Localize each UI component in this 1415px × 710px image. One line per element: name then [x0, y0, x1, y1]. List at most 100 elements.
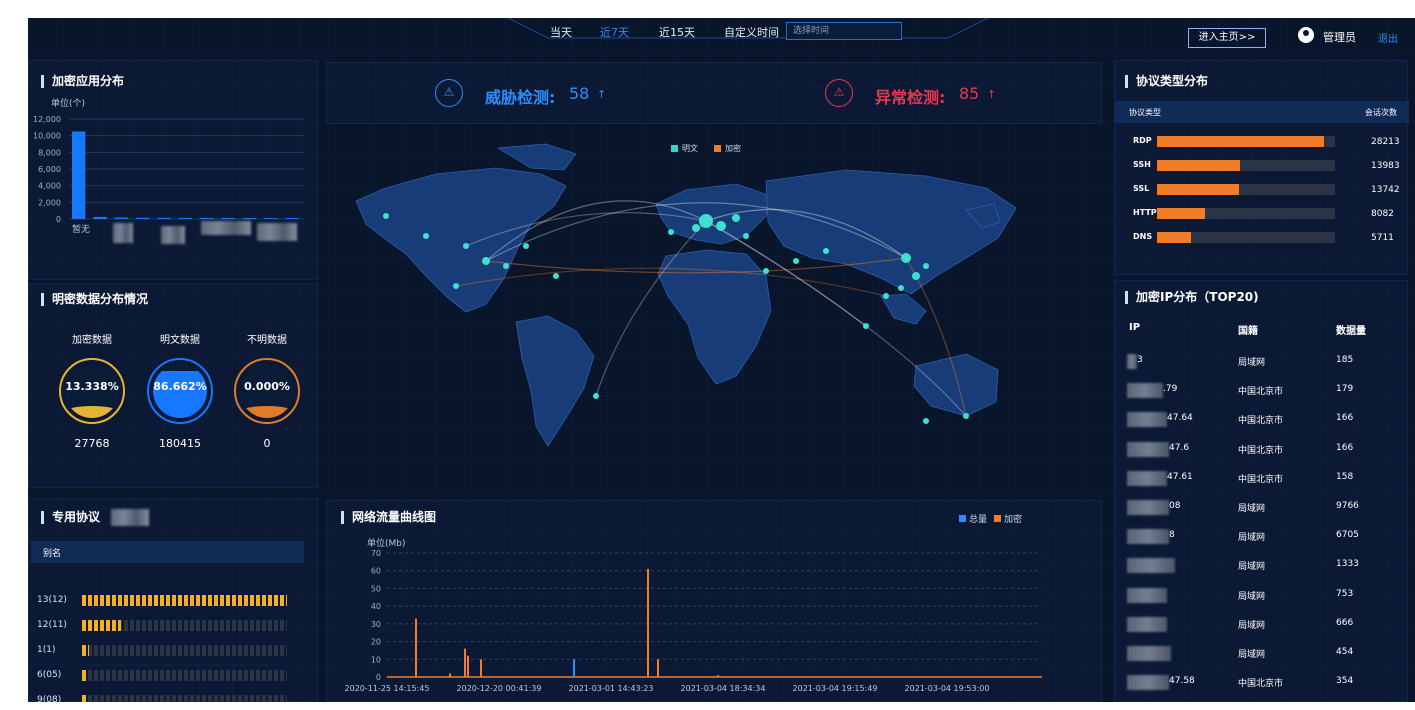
total-bar[interactable]	[573, 659, 575, 677]
protocol-bar	[1157, 136, 1335, 147]
table-header: 别名	[31, 541, 304, 563]
legend-enc[interactable]: 加密	[1004, 512, 1022, 525]
nav-7days[interactable]: 近7天	[600, 24, 629, 40]
threat-icon: ⚠	[435, 79, 463, 107]
ip-region: 局域网	[1238, 358, 1266, 368]
bar[interactable]	[242, 218, 257, 219]
protocol-name: DNS	[1133, 232, 1153, 241]
redacted-ip	[1127, 470, 1167, 486]
ring-count: 27768	[74, 437, 110, 450]
col-region: 国籍	[1238, 326, 1258, 337]
protocol-alias: 6(05)	[37, 670, 62, 680]
redacted-ip	[1127, 412, 1167, 428]
protocol-name: RDP	[1133, 136, 1152, 145]
ip-suffix: 47.64	[1167, 413, 1193, 424]
time-picker-input[interactable]: 选择时间	[786, 22, 902, 40]
protocol-bar	[82, 645, 287, 656]
legend-total[interactable]: 总量	[969, 512, 987, 525]
x-tick-label: 2020-12-20 00:41:39	[457, 684, 542, 693]
ip-suffix: 8	[1169, 530, 1175, 541]
redacted-ip	[1127, 529, 1169, 545]
ip-region: 局域网	[1238, 504, 1266, 514]
ip-region: 中国北京市	[1238, 474, 1284, 485]
bar[interactable]	[285, 218, 299, 219]
unit-label: 单位(个)	[51, 99, 86, 109]
ip-count: 454	[1336, 647, 1354, 657]
enc-bar[interactable]	[449, 673, 451, 677]
legend-swatch-total	[959, 515, 966, 522]
ip-count: 166	[1336, 413, 1354, 424]
ip-count: 9766	[1336, 501, 1359, 511]
panel-title: 专用协议	[41, 511, 100, 524]
ring-percent: 86.662%	[153, 380, 207, 393]
enc-bar[interactable]	[467, 655, 469, 677]
ip-region: 中国北京市	[1238, 416, 1284, 427]
session-count: 5711	[1371, 233, 1394, 243]
ring-count: 0	[263, 437, 271, 450]
bar[interactable]	[200, 217, 214, 219]
y-tick-label: 4,000	[38, 182, 61, 191]
session-count: 28213	[1371, 137, 1400, 147]
ip-count: 666	[1336, 617, 1354, 628]
enc-ip-panel: 加密IP分布（TOP20) IP 国籍 数据量 3 局域网 185 .79 中国北京市 1…	[1114, 280, 1408, 702]
redacted-ip	[1127, 354, 1137, 369]
ip-count: 166	[1336, 442, 1354, 453]
enc-bar[interactable]	[647, 568, 649, 677]
x-tick-label: 2021-03-01 14:43:23	[569, 684, 654, 693]
protocol-bar	[1157, 208, 1335, 219]
panel-title: 明密数据分布情况	[41, 293, 148, 306]
enc-bar[interactable]	[464, 648, 466, 677]
bar[interactable]	[136, 217, 150, 219]
enc-bar[interactable]	[415, 618, 417, 677]
alert-bar: ⚠ 威胁检测: 58 ↑ ⚠ 异常检测: 85 ↑	[326, 62, 1102, 124]
continents	[355, 143, 1017, 447]
threat-value: 58	[569, 84, 590, 103]
protocol-name: SSH	[1133, 160, 1151, 169]
nav-today[interactable]: 当天	[550, 24, 572, 40]
protocol-name: HTTP	[1133, 208, 1157, 217]
world-map[interactable]	[326, 126, 1102, 496]
enter-main-button[interactable]: 进入主页>>	[1188, 28, 1266, 48]
redacted-ip	[1127, 383, 1163, 399]
enc-bar[interactable]	[657, 659, 659, 677]
protocol-bar-fill	[1157, 208, 1205, 219]
protocol-bar	[82, 595, 287, 606]
nav-15days[interactable]: 近15天	[659, 24, 695, 40]
redacted-title	[111, 509, 149, 526]
col-sessions: 会话次数	[1365, 108, 1397, 117]
user-icon[interactable]	[1298, 27, 1314, 43]
nav-custom-time[interactable]: 自定义时间	[724, 24, 779, 40]
y-tick-label: 12,000	[33, 115, 61, 124]
ip-suffix: 47.6	[1169, 442, 1190, 453]
bar[interactable]	[221, 218, 235, 219]
session-count: 13983	[1371, 161, 1400, 171]
abnormal-label: 异常检测:	[875, 88, 946, 107]
panel-title: 加密应用分布	[41, 75, 124, 88]
bar[interactable]	[114, 217, 129, 220]
bar[interactable]	[72, 131, 86, 220]
panel-title: 加密IP分布（TOP20)	[1125, 291, 1259, 304]
protocol-bar	[82, 620, 287, 631]
bar[interactable]	[178, 217, 193, 219]
protocol-bar	[1157, 184, 1335, 195]
ip-suffix: 47.61	[1167, 471, 1193, 482]
y-tick-label: 8,000	[38, 148, 61, 157]
logout-link[interactable]: 退出	[1378, 30, 1398, 45]
ip-region: 中国北京市	[1238, 387, 1284, 398]
ip-suffix: 08	[1169, 501, 1181, 511]
redacted-ip	[1127, 675, 1169, 691]
protocol-bar-fill	[82, 595, 287, 606]
panel-title: 网络流量曲线图	[341, 511, 436, 524]
bar[interactable]	[264, 218, 278, 219]
x-tick-label: 2021-03-04 18:34:34	[681, 684, 766, 693]
bar[interactable]	[157, 217, 171, 219]
panel-title: 协议类型分布	[1125, 75, 1208, 88]
redacted-label	[201, 221, 251, 235]
ip-region: 局域网	[1238, 562, 1266, 573]
ring-fill	[65, 406, 119, 418]
enc-bar[interactable]	[480, 659, 482, 677]
ip-region: 局域网	[1238, 533, 1266, 544]
bar[interactable]	[93, 216, 107, 219]
enc-bar[interactable]	[717, 675, 719, 677]
protocol-bar-fill	[82, 620, 121, 631]
